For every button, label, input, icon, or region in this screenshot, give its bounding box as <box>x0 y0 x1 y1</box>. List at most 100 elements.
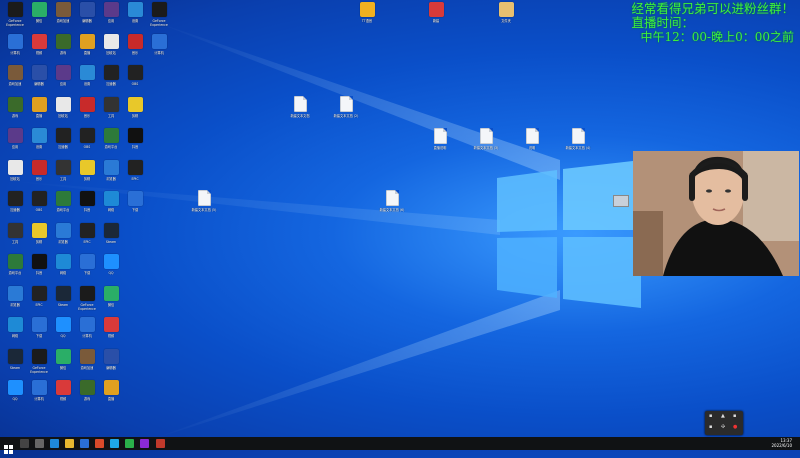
taskbar-explorer-icon[interactable] <box>65 439 74 448</box>
desktop-icon[interactable]: 微信 <box>99 285 123 320</box>
file-label: 新建文本文档 (6) <box>379 208 405 212</box>
taskbar-clock[interactable]: 13:37 2022/6/10 <box>771 438 792 448</box>
file-1[interactable]: 新建文本文档 <box>288 96 312 130</box>
taskbar-edge-icon[interactable] <box>50 439 59 448</box>
app-icon <box>103 65 119 80</box>
desktop-icon-label: 视频 <box>107 334 115 338</box>
taskbar-app-icon-5[interactable] <box>156 439 165 448</box>
globe-icon <box>55 222 71 238</box>
taskbar-app-icon-1[interactable] <box>95 439 104 448</box>
overlay-line-2: 直播时间： <box>631 15 694 30</box>
desktop-icon-label: QQ <box>108 271 114 275</box>
app-icon <box>7 191 23 206</box>
video-icon <box>31 33 47 49</box>
desktop-icon[interactable]: 视频 <box>99 317 123 351</box>
download-icon <box>31 317 47 332</box>
doc-icon <box>7 159 23 175</box>
taskbar-app-icon-3[interactable] <box>125 439 134 448</box>
file-7[interactable]: 新建文本文档 (5) <box>192 190 216 224</box>
desktop-icon-label: 微信 <box>107 302 115 307</box>
app-icon <box>7 128 23 143</box>
music-icon <box>31 254 47 269</box>
top-icon-label: 新建 <box>432 19 440 23</box>
file-2[interactable]: 新建文本文档 (2) <box>334 96 358 130</box>
text-file-icon <box>385 190 399 206</box>
desktop-icon[interactable]: 编辑器 <box>99 348 123 383</box>
top-icon-1[interactable]: TT语音 <box>355 2 379 36</box>
small-window-icon[interactable] <box>613 195 629 207</box>
tray-popup-icon-5[interactable]: ✣ <box>721 424 725 430</box>
desktop-icon-label: Steam <box>105 239 117 244</box>
file-label: 说明 <box>528 146 536 150</box>
steam-icon <box>7 348 23 364</box>
file-4[interactable]: 新建文本文档 (3) <box>474 128 498 162</box>
desktop-icon[interactable]: 下载 <box>123 191 147 225</box>
file-5[interactable]: 说明 <box>520 128 544 162</box>
app-icon <box>79 159 95 175</box>
text-file-icon <box>479 128 493 144</box>
gear-icon <box>127 2 143 17</box>
top-icon-3[interactable]: 文件夹 <box>494 2 518 36</box>
app-icon <box>55 128 71 143</box>
file-3[interactable]: 直播说明 <box>428 128 452 162</box>
file-8[interactable]: 新建文本文档 (6) <box>380 190 404 224</box>
desktop-icon-label: 直播 <box>107 397 115 401</box>
music-icon <box>31 159 47 175</box>
game-icon <box>103 128 119 143</box>
record-icon <box>31 191 47 206</box>
desktop-icon[interactable]: 剪辑 <box>123 96 147 131</box>
game-icon <box>7 65 23 80</box>
desktop-icon[interactable]: 直播 <box>99 380 123 414</box>
desktop-icon[interactable]: EPIC <box>123 159 147 194</box>
desktop-icon[interactable]: OBS <box>123 65 147 99</box>
game-icon <box>79 380 95 395</box>
desktop-icon-label: 抖音 <box>131 145 139 149</box>
computer-icon <box>7 33 23 49</box>
tray-popup-icon-3[interactable]: ▪ <box>733 413 736 419</box>
tray-popup-icon-6[interactable]: ● <box>733 424 737 430</box>
chat-icon <box>31 2 47 17</box>
gear-icon <box>31 348 47 364</box>
desktop-icon-label: 下载 <box>131 208 139 212</box>
app-icon <box>498 2 514 17</box>
globe-icon <box>103 159 119 175</box>
top-icon-label: 文件夹 <box>501 19 511 23</box>
start-button[interactable] <box>4 439 13 454</box>
tray-popup-icon-1[interactable]: ▪ <box>709 413 712 419</box>
taskbar-store-icon[interactable] <box>80 439 89 448</box>
taskbar-search-icon[interactable] <box>20 439 29 448</box>
desktop: { "overlay": { "line1": "经常看得兄弟可以进粉丝群！",… <box>0 0 800 454</box>
music-icon <box>79 191 95 206</box>
webcam-feed <box>633 151 799 276</box>
desktop-icon[interactable]: 计算机 <box>147 33 171 68</box>
taskbar-taskview-icon[interactable] <box>35 439 44 448</box>
file-6[interactable]: 新建文本文档 (4) <box>566 128 590 162</box>
doc-icon <box>103 33 119 49</box>
app-icon <box>103 348 119 364</box>
tray-overflow-popup: ▪ ▲ ▪ ▪ ✣ ● <box>705 411 743 435</box>
text-file-icon <box>525 128 539 144</box>
taskbar-app-icon-2[interactable] <box>110 439 119 448</box>
overlay-line-3: 中午12：00-晚上0：00之前 <box>640 30 795 44</box>
desktop-icon[interactable]: QQ <box>99 254 123 288</box>
file-label: 新建文本文档 <box>290 114 310 118</box>
tray-popup-icon-4[interactable]: ▪ <box>709 424 712 430</box>
game-icon <box>55 191 71 206</box>
computer-icon <box>151 33 167 49</box>
app-icon <box>359 2 375 17</box>
globe-icon <box>7 317 23 332</box>
app-icon <box>31 222 47 238</box>
globe-icon <box>7 285 23 301</box>
taskbar-app-icon-4[interactable] <box>140 439 149 448</box>
desktop-icon[interactable]: 抖音 <box>123 128 147 162</box>
doc-icon <box>55 96 71 112</box>
steam-icon <box>103 222 119 238</box>
desktop-icon[interactable]: Steam <box>99 222 123 257</box>
desktop-icon-label: 剪辑 <box>131 113 139 118</box>
top-icon-2[interactable]: 新建 <box>424 2 448 36</box>
desktop-icon-label: OBS <box>131 82 139 86</box>
globe-icon <box>103 191 119 206</box>
desktop-icon[interactable]: GeForce Experience <box>147 2 171 36</box>
desktop-icon-label: 计算机 <box>154 50 164 55</box>
tray-popup-icon-2[interactable]: ▲ <box>721 413 725 419</box>
